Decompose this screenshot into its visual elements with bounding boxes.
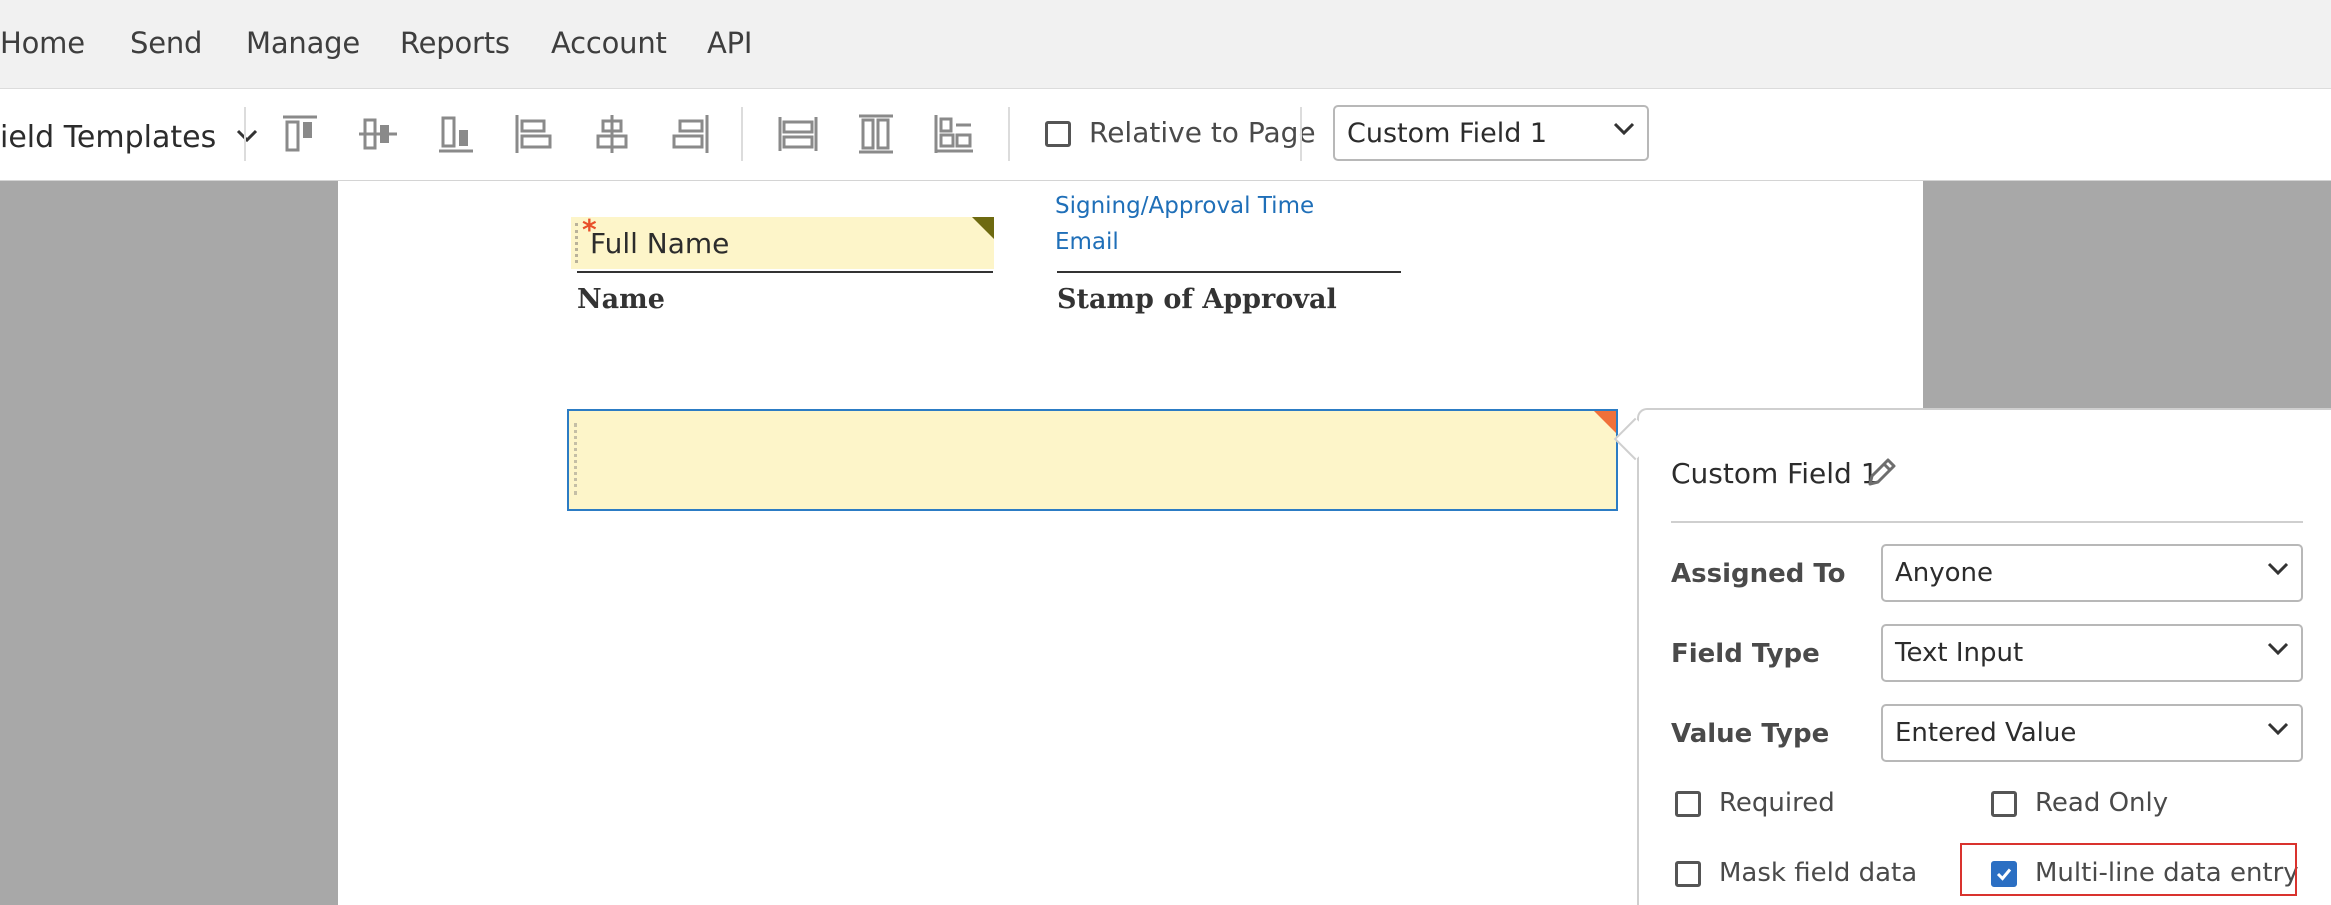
drag-handle[interactable]	[575, 223, 582, 263]
nav-api[interactable]: API	[707, 26, 752, 60]
align-center-icon[interactable]	[589, 111, 635, 157]
checkmark-icon	[1996, 868, 2012, 881]
mask-field-data-checkbox[interactable]	[1675, 861, 1701, 887]
required-label: Required	[1719, 788, 1835, 818]
align-bottom-icon[interactable]	[433, 111, 479, 157]
name-underline	[577, 271, 993, 273]
chevron-down-icon	[236, 116, 258, 151]
multi-line-data-entry-checkbox[interactable]	[1991, 861, 2017, 887]
relative-to-page-label: Relative to Page	[1089, 116, 1316, 149]
field-corner-marker	[972, 217, 994, 239]
field-type-label: Field Type	[1671, 639, 1820, 669]
nav-reports[interactable]: Reports	[400, 26, 510, 60]
align-middle-icon[interactable]	[355, 111, 401, 157]
full-name-field[interactable]: * Full Name	[571, 213, 994, 269]
value-type-value: Entered Value	[1895, 718, 2077, 748]
field-corner-marker	[1594, 411, 1616, 433]
mask-field-data-label: Mask field data	[1719, 858, 1918, 888]
nav-send[interactable]: Send	[130, 26, 202, 60]
relative-to-page-checkbox[interactable]	[1045, 121, 1071, 147]
signing-time-field[interactable]: Signing/Approval Time	[1055, 193, 1314, 219]
read-only-checkbox[interactable]	[1991, 791, 2017, 817]
match-size-icon[interactable]	[931, 111, 977, 157]
name-label: Name	[577, 284, 665, 315]
panel-title: Custom Field 1	[1671, 457, 1879, 490]
nav-manage[interactable]: Manage	[246, 26, 360, 60]
toolbar-divider	[1008, 107, 1010, 161]
toolbar-divider	[1300, 107, 1302, 161]
field-templates-label: ield Templates	[0, 120, 217, 155]
field-type-value: Text Input	[1895, 638, 2024, 668]
field-toolbar: ield Templates Relative to Page Custom F…	[0, 89, 2331, 181]
field-selector-dropdown[interactable]: Custom Field 1	[1333, 105, 1649, 161]
toolbar-divider	[244, 107, 246, 161]
assigned-to-select[interactable]: Anyone	[1881, 544, 2303, 602]
chevron-down-icon	[2267, 641, 2289, 660]
nav-home[interactable]: Home	[0, 26, 85, 60]
multi-line-data-entry-label: Multi-line data entry	[2035, 858, 2299, 888]
align-top-icon[interactable]	[277, 111, 323, 157]
drag-handle[interactable]	[574, 423, 581, 495]
read-only-label: Read Only	[2035, 788, 2169, 818]
stamp-of-approval-label: Stamp of Approval	[1057, 284, 1337, 315]
field-selector-value: Custom Field 1	[1347, 118, 1548, 149]
assigned-to-label: Assigned To	[1671, 559, 1846, 589]
chevron-down-icon	[2267, 721, 2289, 740]
match-height-icon[interactable]	[853, 111, 899, 157]
align-left-icon[interactable]	[511, 111, 557, 157]
chevron-down-icon	[2267, 561, 2289, 580]
value-type-label: Value Type	[1671, 719, 1830, 749]
field-type-select[interactable]: Text Input	[1881, 624, 2303, 682]
chevron-down-icon	[1613, 121, 1635, 140]
email-field[interactable]: Email	[1055, 229, 1119, 255]
pencil-icon[interactable]	[1864, 454, 1900, 490]
value-type-select[interactable]: Entered Value	[1881, 704, 2303, 762]
assigned-to-value: Anyone	[1895, 558, 1994, 588]
match-width-icon[interactable]	[775, 111, 821, 157]
nav-account[interactable]: Account	[551, 26, 667, 60]
required-checkbox[interactable]	[1675, 791, 1701, 817]
toolbar-divider	[741, 107, 743, 161]
field-templates-dropdown[interactable]: ield Templates	[0, 116, 258, 155]
stamp-underline	[1057, 271, 1401, 273]
custom-field-1[interactable]	[567, 409, 1618, 511]
top-navigation-bar: Home Send Manage Reports Account API	[0, 0, 2331, 89]
align-right-icon[interactable]	[667, 111, 713, 157]
panel-divider	[1671, 521, 2303, 523]
full-name-field-label: Full Name	[590, 227, 730, 260]
